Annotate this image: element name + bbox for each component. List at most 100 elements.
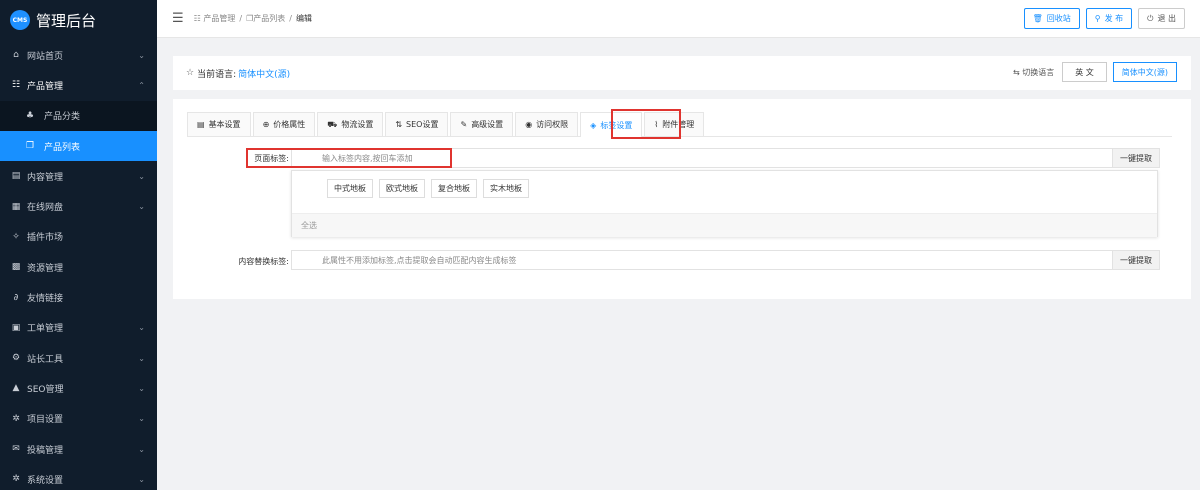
replace-tags-input[interactable]: 此属性不用添加标签,点击提取会自动匹配内容生成标签 bbox=[291, 250, 1113, 270]
mail-icon: ✉ bbox=[12, 444, 20, 454]
cms-logo-icon: CMS bbox=[10, 10, 30, 30]
switch-language-label: ⇆ 切换语言 bbox=[1013, 67, 1054, 78]
sidebar-item[interactable]: ✉ 投稿管理 ⌄ bbox=[0, 434, 157, 464]
current-language-value: 简体中文(源) bbox=[238, 69, 291, 80]
edit-card: ▤ 基本设置 ⊕ 价格属性 ⛟ 物流设置 ⇅ SEO设置 ✎ 高级设置 ◉ 访问权限 ◈ 标签设置 ⌇ 附件管… bbox=[173, 99, 1191, 299]
tab-icon: ◈ bbox=[590, 120, 597, 130]
publish-label: 发 布 bbox=[1104, 14, 1124, 23]
breadcrumb-product-list[interactable]: ❐产品列表 bbox=[246, 13, 285, 24]
sidebar-item[interactable]: ☷ 产品管理 ⌃ bbox=[0, 70, 157, 100]
tag-suggestion-dropdown: 中式地板 欧式地板 复合地板 实木地板 全选 bbox=[291, 170, 1158, 237]
sidebar-item[interactable]: ∂ 友情链接 bbox=[0, 282, 157, 312]
language-bar: ☆ 当前语言: 简体中文(源) ⇆ 切换语言 英 文 简体中文(源) bbox=[173, 56, 1191, 90]
breadcrumb-product-management[interactable]: ☷ 产品管理 bbox=[194, 13, 236, 24]
tab-label: 访问权限 bbox=[536, 120, 569, 129]
tab-icon: ✎ bbox=[460, 120, 468, 129]
sidebar-item-label: 产品管理 bbox=[27, 81, 64, 92]
publish-button[interactable]: ⚲ 发 布 bbox=[1085, 8, 1133, 29]
language-chinese-button[interactable]: 简体中文(源) bbox=[1112, 62, 1177, 82]
select-all[interactable]: 全选 bbox=[292, 213, 1157, 237]
breadcrumb: ☷ 产品管理 / ❐产品列表 / 编辑 bbox=[194, 13, 312, 24]
trash-icon: 🗑 bbox=[1032, 14, 1043, 23]
chevron-down-icon: ⌄ bbox=[138, 171, 145, 181]
replace-tags-extract-button[interactable]: 一键提取 bbox=[1112, 250, 1160, 270]
sidebar-item[interactable]: ▤ 内容管理 ⌄ bbox=[0, 161, 157, 191]
sidebar-item-label: 友情链接 bbox=[27, 294, 64, 305]
sidebar-item-label: SEO管理 bbox=[27, 384, 64, 395]
sidebar-item[interactable]: ✲ 系统设置 ⌄ bbox=[0, 464, 157, 490]
sidebar-item-label: 网站首页 bbox=[27, 51, 64, 62]
logout-label: 退 出 bbox=[1157, 14, 1176, 23]
breadcrumb-separator: / bbox=[239, 14, 243, 23]
tab-label: SEO设置 bbox=[406, 120, 439, 129]
chevron-down-icon: ⌄ bbox=[138, 202, 145, 212]
sidebar-item-label: 工单管理 bbox=[27, 324, 64, 335]
sidebar-item[interactable]: ♣ 产品分类 bbox=[0, 100, 157, 131]
tab-label: 高级设置 bbox=[471, 120, 504, 129]
recycle-bin-button[interactable]: 🗑 回收站 bbox=[1023, 8, 1080, 29]
sidebar-item-label: 产品分类 bbox=[44, 112, 81, 123]
chevron-down-icon: ⌄ bbox=[138, 474, 145, 484]
sidebar-item-label: 产品列表 bbox=[44, 142, 81, 153]
link-icon: ∂ bbox=[13, 292, 19, 303]
chevron-up-icon: ⌃ bbox=[138, 80, 145, 90]
sidebar-item[interactable]: ▩ 资源管理 bbox=[0, 252, 157, 282]
tab[interactable]: ⇅ SEO设置 bbox=[385, 112, 449, 136]
tab[interactable]: ◉ 访问权限 bbox=[515, 112, 579, 136]
tab-icon: ⛟ bbox=[327, 119, 338, 129]
sidebar-item[interactable]: ▲ SEO管理 ⌄ bbox=[0, 373, 157, 403]
tab-label: 价格属性 bbox=[273, 120, 306, 129]
resource-icon: ▩ bbox=[11, 262, 21, 273]
plugin-icon: ✧ bbox=[12, 231, 20, 242]
sidebar-item[interactable]: ▣ 工单管理 ⌄ bbox=[0, 313, 157, 343]
sidebar-item-label: 在线网盘 bbox=[27, 203, 64, 214]
sidebar-item[interactable]: ❐ 产品列表 bbox=[0, 130, 157, 162]
tag-suggestion-button[interactable]: 欧式地板 bbox=[379, 179, 425, 198]
tab-icon: ⇅ bbox=[395, 120, 403, 129]
power-icon: ⏻ bbox=[1147, 13, 1154, 23]
chevron-down-icon: ⌄ bbox=[138, 444, 145, 454]
page-tags-extract-button[interactable]: 一键提取 bbox=[1112, 148, 1160, 168]
tab-label: 物流设置 bbox=[341, 120, 374, 129]
sidebar-item-label: 站长工具 bbox=[27, 354, 64, 365]
sidebar-item[interactable]: ⌂ 网站首页 ⌄ bbox=[0, 40, 157, 70]
chevron-down-icon: ⌄ bbox=[138, 323, 145, 333]
chevron-down-icon: ⌄ bbox=[138, 383, 145, 393]
project-icon: ✲ bbox=[12, 413, 20, 424]
page-tags-highlight-box bbox=[246, 148, 452, 168]
switch-language-text: 切换语言 bbox=[1022, 67, 1055, 77]
category-icon: ♣ bbox=[25, 110, 35, 121]
language-english-button[interactable]: 英 文 bbox=[1062, 62, 1107, 82]
list-icon: ❐ bbox=[25, 141, 35, 152]
tag-suggestion-button[interactable]: 实木地板 bbox=[483, 179, 529, 198]
tab[interactable]: ▤ 基本设置 bbox=[187, 112, 251, 136]
replace-tags-label: 内容替换标签: bbox=[238, 257, 289, 266]
tab-icon: ⊕ bbox=[262, 120, 270, 129]
tab[interactable]: ✎ 高级设置 bbox=[450, 112, 514, 136]
top-header: ☰ ☷ 产品管理 / ❐产品列表 / 编辑 🗑 回收站 ⚲ 发 布 ⏻ 退 出 bbox=[157, 0, 1200, 38]
sidebar: CMS 管理后台 ⌂ 网站首页 ⌄ ☷ 产品管理 ⌃ ♣ 产品分类 ❐ 产品列表 ▤ 内容管理 ⌄ ▦ 在线… bbox=[0, 0, 157, 490]
system-icon: ✲ bbox=[12, 474, 20, 485]
breadcrumb-separator: / bbox=[289, 14, 292, 23]
menu-toggle-icon[interactable]: ☰ bbox=[172, 11, 184, 26]
tag-suggestion-button[interactable]: 复合地板 bbox=[431, 179, 477, 198]
disk-icon: ▦ bbox=[11, 201, 21, 212]
current-language-label: 当前语言: bbox=[197, 69, 237, 80]
seo-icon: ▲ bbox=[12, 383, 20, 394]
sidebar-item[interactable]: ✲ 项目设置 ⌄ bbox=[0, 404, 157, 434]
sidebar-item-label: 投稿管理 bbox=[27, 445, 64, 456]
sidebar-item[interactable]: ⚙ 站长工具 ⌄ bbox=[0, 343, 157, 373]
recycle-bin-label: 回收站 bbox=[1046, 14, 1071, 23]
tab[interactable]: ⊕ 价格属性 bbox=[252, 112, 316, 136]
sidebar-item[interactable]: ▦ 在线网盘 ⌄ bbox=[0, 191, 157, 221]
chevron-down-icon: ⌄ bbox=[138, 414, 145, 424]
tab-icon: ▤ bbox=[197, 120, 205, 129]
sidebar-item-label: 系统设置 bbox=[27, 475, 64, 486]
chevron-down-icon: ⌄ bbox=[138, 353, 145, 363]
sidebar-item[interactable]: ✧ 插件市场 bbox=[0, 222, 157, 252]
tools-icon: ⚙ bbox=[11, 353, 21, 364]
tab[interactable]: ⛟ 物流设置 bbox=[317, 112, 384, 136]
tag-suggestion-button[interactable]: 中式地板 bbox=[327, 179, 373, 198]
logout-button[interactable]: ⏻ 退 出 bbox=[1138, 8, 1185, 29]
logo[interactable]: CMS 管理后台 bbox=[0, 0, 157, 40]
